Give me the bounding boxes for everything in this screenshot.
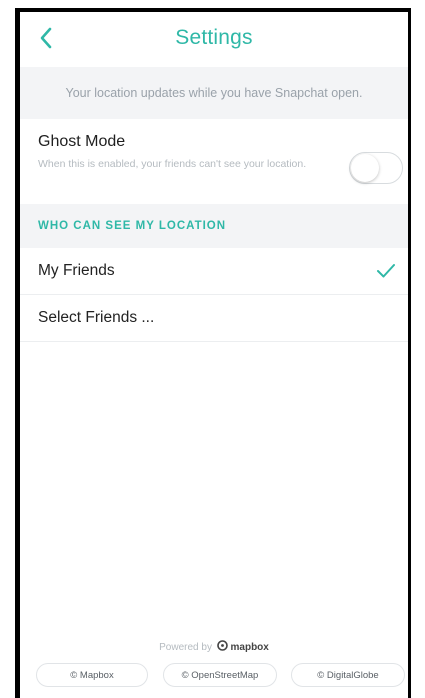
header: Settings	[20, 12, 408, 64]
powered-by: Powered by mapbox	[20, 640, 408, 653]
location-info-banner: Your location updates while you have Sna…	[20, 67, 408, 119]
ghost-mode-description: When this is enabled, your friends can't…	[38, 158, 307, 170]
attribution-openstreetmap[interactable]: © OpenStreetMap	[163, 663, 277, 687]
location-info-text: Your location updates while you have Sna…	[65, 86, 363, 100]
attribution-digitalglobe[interactable]: © DigitalGlobe	[291, 663, 405, 687]
settings-screen: Settings Your location updates while you…	[20, 12, 408, 698]
page-title: Settings	[175, 26, 253, 49]
powered-by-text: Powered by	[159, 642, 212, 653]
option-label: Select Friends ...	[38, 309, 155, 326]
ghost-mode-title: Ghost Mode	[38, 133, 126, 150]
option-label: My Friends	[38, 262, 115, 279]
section-header: WHO CAN SEE MY LOCATION	[20, 204, 408, 248]
ghost-mode-toggle[interactable]	[349, 152, 403, 184]
mapbox-brand: mapbox	[230, 642, 269, 653]
ghost-mode-row: Ghost Mode When this is enabled, your fr…	[20, 119, 408, 204]
attribution-mapbox[interactable]: © Mapbox	[36, 663, 148, 687]
toggle-knob	[351, 154, 379, 182]
option-select-friends[interactable]: Select Friends ...	[20, 295, 408, 342]
map-attributions: © Mapbox © OpenStreetMap © DigitalGlobe	[20, 663, 408, 687]
section-title: WHO CAN SEE MY LOCATION	[38, 220, 227, 232]
chevron-left-icon	[40, 27, 52, 49]
mapbox-logo-icon	[216, 640, 228, 651]
option-my-friends[interactable]: My Friends	[20, 248, 408, 295]
checkmark-icon	[377, 264, 395, 278]
back-button[interactable]	[34, 26, 58, 50]
